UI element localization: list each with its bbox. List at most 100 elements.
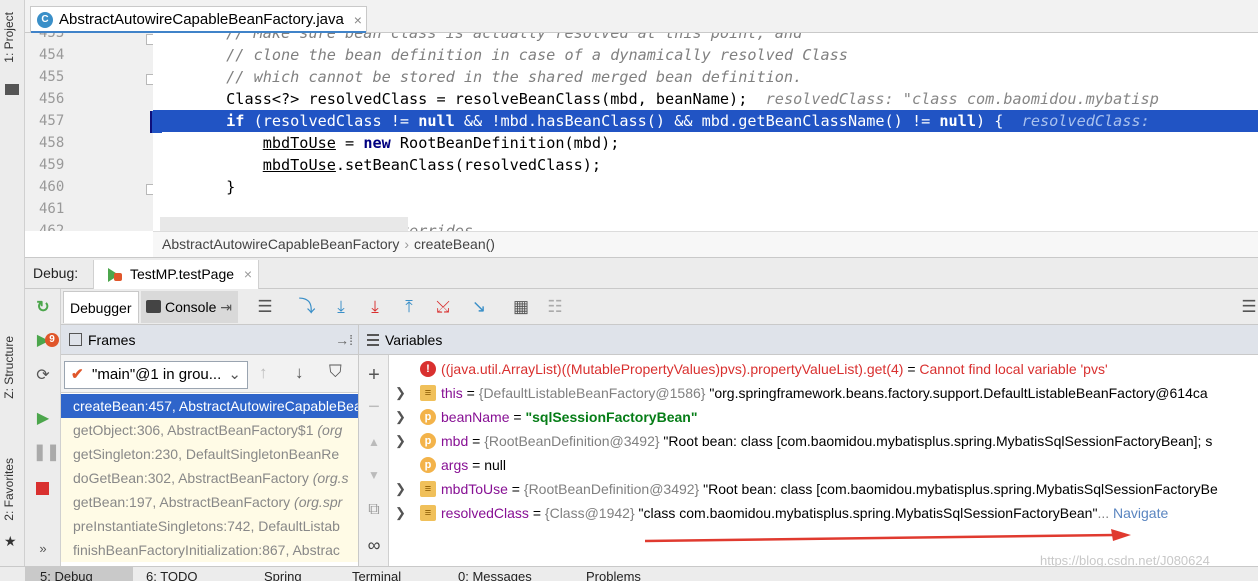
add-watch-icon[interactable]: +	[364, 365, 384, 385]
next-frame-icon[interactable]: ↓	[295, 363, 304, 383]
variable-row[interactable]: ! ((java.util.ArrayList)((MutablePropert…	[389, 357, 1258, 381]
frame-row[interactable]: getBean:197, AbstractBeanFactory (org.sp…	[61, 490, 358, 514]
frame-row[interactable]: getObject:306, AbstractBeanFactory$1 (or…	[61, 418, 358, 442]
parameter-icon: p	[420, 457, 436, 473]
rerun-icon[interactable]: ↻	[33, 298, 53, 318]
debugger-tab[interactable]: Debugger	[63, 291, 139, 323]
close-session-icon[interactable]: ×	[244, 260, 252, 288]
bottom-tab-messages[interactable]: 0: Messages	[458, 569, 532, 581]
variable-row[interactable]: p args = null	[389, 453, 1258, 477]
line-number: 461	[39, 201, 65, 217]
console-tab[interactable]: Console ⇥	[141, 291, 238, 323]
editor-tab-bar: C AbstractAutowireCapableBeanFactory.jav…	[25, 0, 1258, 34]
execution-point-marker	[150, 111, 162, 133]
line-number: 455	[39, 69, 65, 85]
run-to-cursor-icon[interactable]: ↘	[467, 295, 491, 319]
expand-arrow-icon[interactable]: ❯	[395, 429, 406, 453]
line-number: 456	[39, 91, 65, 107]
code-line: // Make sure bean class is actually reso…	[226, 33, 803, 42]
fold-marker[interactable]	[146, 34, 153, 45]
close-tab-icon[interactable]: ×	[354, 7, 362, 33]
pause-icon[interactable]: ❚❚	[33, 443, 60, 463]
force-step-into-icon[interactable]: ⤓	[363, 295, 387, 319]
frames-header: Frames →⁞	[61, 325, 358, 355]
thread-selector[interactable]: ✔ "main"@1 in grou... ⌄	[64, 361, 248, 389]
inline-value-hint: resolvedClass:	[1021, 112, 1150, 130]
code-line: mbdToUse.setBeanClass(resolvedClass);	[262, 156, 602, 174]
debug-side-toolbar: ↻ ▶ 9 ⟳ ▶ ❚❚ »	[25, 289, 61, 566]
star-icon: ★	[4, 533, 17, 549]
fold-marker[interactable]	[146, 74, 153, 85]
check-icon: ✔	[71, 366, 84, 383]
bottom-tab-problems[interactable]: Problems	[586, 569, 641, 581]
variables-title: Variables	[385, 332, 443, 348]
step-out-icon[interactable]: ⤒	[397, 295, 421, 319]
project-tool-tab[interactable]: 1: Project	[2, 12, 22, 63]
stop-icon[interactable]	[36, 482, 49, 495]
restore-layout-icon[interactable]: ⟳	[33, 366, 53, 386]
error-icon: !	[420, 361, 436, 377]
breadcrumb: AbstractAutowireCapableBeanFactory › creat…	[153, 231, 1258, 257]
bottom-tab-debug[interactable]: 5: Debug	[40, 569, 93, 581]
step-over-icon[interactable]: ⤓	[329, 295, 353, 319]
frame-row[interactable]: finishBeanFactoryInitialization:867, Abs…	[61, 538, 358, 562]
variable-row[interactable]: ❯ ≡ mbdToUse = {RootBeanDefinition@3492}…	[389, 477, 1258, 501]
code-editor[interactable]: // Make sure bean class is actually reso…	[153, 33, 1258, 231]
breadcrumb-separator-icon: ›	[404, 236, 410, 252]
breadcrumb-class[interactable]: AbstractAutowireCapableBeanFactory	[162, 236, 399, 252]
resume-icon[interactable]: ▶	[33, 409, 53, 429]
expand-arrow-icon[interactable]: ❯	[395, 381, 406, 405]
structure-tool-tab[interactable]: Z: Structure	[2, 336, 22, 399]
editor-scroll-shadow	[160, 217, 408, 231]
variable-row[interactable]: ❯ p mbd = {RootBeanDefinition@3492} "Roo…	[389, 429, 1258, 453]
more-actions-icon[interactable]: »	[33, 539, 53, 559]
expand-arrow-icon[interactable]: ❯	[395, 477, 406, 501]
previous-frame-icon[interactable]: ↑	[259, 363, 268, 383]
expand-arrow-icon[interactable]: ❯	[395, 405, 406, 429]
frame-row[interactable]: doGetBean:302, AbstractBeanFactory (org.…	[61, 466, 358, 490]
drop-frame-icon[interactable]: ⤩	[431, 295, 455, 319]
frames-title: Frames	[88, 332, 136, 348]
code-line: mbdToUse = new RootBeanDefinition(mbd);	[262, 134, 620, 152]
frame-row[interactable]: getSingleton:230, DefaultSingletonBeanRe	[61, 442, 358, 466]
favorites-tool-tab[interactable]: 2: Favorites	[2, 458, 22, 521]
error-count-badge: 9	[45, 333, 59, 347]
bottom-tab-todo[interactable]: 6: TODO	[146, 569, 198, 581]
layout-settings-icon[interactable]: ☰	[1237, 295, 1258, 319]
code-line: // which cannot be stored in the shared …	[226, 68, 803, 86]
menu-lines-icon[interactable]: ☰	[253, 295, 277, 319]
code-line: // clone the bean definition in case of …	[226, 46, 848, 64]
navigate-link[interactable]: Navigate	[1113, 505, 1168, 521]
duplicate-icon[interactable]: ⧉	[364, 500, 384, 520]
console-icon	[146, 300, 161, 313]
frame-row[interactable]: preInstantiateSingletons:742, DefaultLis…	[61, 514, 358, 538]
frames-icon	[69, 333, 82, 346]
show-execution-point-icon[interactable]: ⤵	[295, 295, 319, 319]
trace-stream-icon[interactable]: ☷	[543, 295, 567, 319]
filter-icon[interactable]: ⛉	[329, 362, 342, 382]
evaluate-expression-icon[interactable]: ▦	[509, 295, 533, 319]
variable-row[interactable]: ❯ ≡ resolvedClass = {Class@1942} "class …	[389, 501, 1258, 525]
fold-marker[interactable]	[146, 184, 153, 195]
move-up-icon[interactable]: ▲	[364, 432, 384, 452]
field-icon: ≡	[420, 385, 436, 401]
line-number: 453	[39, 33, 65, 41]
breadcrumb-method[interactable]: createBean()	[414, 236, 495, 252]
remove-watch-icon[interactable]: −	[364, 397, 384, 417]
bottom-tab-spring[interactable]: Spring	[264, 569, 302, 581]
glasses-icon[interactable]: ∞	[364, 535, 384, 555]
restore-panel-icon[interactable]: →⁞	[335, 325, 353, 355]
expand-arrow-icon[interactable]: ❯	[395, 501, 406, 525]
debug-session-tab[interactable]: TestMP.testPage ×	[93, 260, 260, 289]
debugger-toolbar: Debugger Console ⇥ ☰ ⤵ ⤓ ⤓ ⤒ ⤩ ↘ ▦ ☷ ☰	[61, 289, 1258, 325]
frame-row[interactable]: createBean:457, AbstractAutowireCapableB…	[61, 394, 358, 418]
debug-title: Debug:	[33, 265, 79, 281]
bottom-tab-terminal[interactable]: Terminal	[352, 569, 401, 581]
variables-icon	[367, 334, 379, 346]
frames-panel: Frames →⁞ ✔ "main"@1 in grou... ⌄ ↑ ↓ ⛉ …	[61, 325, 359, 566]
move-down-icon[interactable]: ▼	[364, 465, 384, 485]
annotation-arrow-shaft	[645, 533, 1116, 543]
variable-row[interactable]: ❯ ≡ this = {DefaultListableBeanFactory@1…	[389, 381, 1258, 405]
variable-row[interactable]: ❯ p beanName = "sqlSessionFactoryBean"	[389, 405, 1258, 429]
editor-tab[interactable]: C AbstractAutowireCapableBeanFactory.jav…	[30, 6, 367, 34]
